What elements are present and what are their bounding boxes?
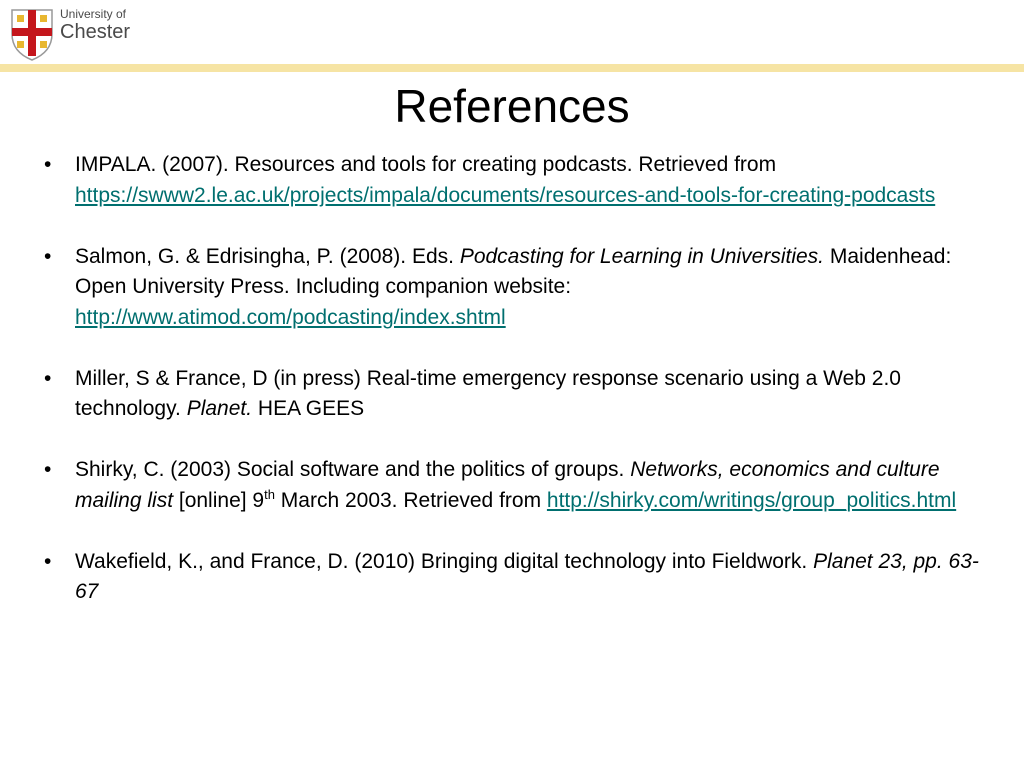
reference-item-impala: • IMPALA. (2007). Resources and tools fo… [42,150,1002,211]
logo-line-2: Chester [60,21,131,43]
reference-text: IMPALA. (2007). Resources and tools for … [75,153,777,176]
reference-item-wakefield: • Wakefield, K., and France, D. (2010) B… [42,547,1002,608]
slide-title: References [394,80,630,132]
reference-text: March 2003. Retrieved from [274,488,547,512]
bullet-icon: • [44,549,52,573]
reference-item-shirky: • Shirky, C. (2003) Social software and … [42,455,1002,516]
reference-title-italic: Podcasting for Learning in Universities. [459,244,825,268]
university-logo: University of Chester [8,4,148,62]
reference-text: [online] 9 [173,488,265,512]
reference-item-salmon: • Salmon, G. & Edrisingha, P. (2008). Ed… [42,242,1002,334]
bullet-icon: • [44,366,52,390]
reference-text: Wakefield, K., and France, D. (2010) Bri… [75,549,814,573]
reference-item-miller: • Miller, S & France, D (in press) Real-… [42,364,1002,425]
reference-link[interactable]: http://www.atimod.com/podcasting/index.s… [75,306,506,329]
reference-link[interactable]: http://shirky.com/writings/group_politic… [547,489,956,512]
header-divider-bar [0,64,1024,72]
reference-text: Salmon, G. & Edrisingha, P. (2008). Eds. [75,244,460,268]
reference-text: Shirky, C. (2003) Social software and th… [75,458,631,481]
bullet-icon: • [44,153,52,176]
university-crest-icon [11,9,53,61]
bullet-icon: • [44,458,52,481]
reference-text: HEA GEES [252,397,365,420]
bullet-icon: • [44,244,52,268]
ordinal-suffix: th [264,486,275,502]
logo-text: University of Chester [60,8,130,42]
reference-title-italic: Planet. [186,397,253,420]
reference-link[interactable]: https://swww2.le.ac.uk/projects/impala/d… [75,184,935,207]
references-list: • IMPALA. (2007). Resources and tools fo… [42,150,1002,638]
logo-line-1: University of [60,7,127,21]
